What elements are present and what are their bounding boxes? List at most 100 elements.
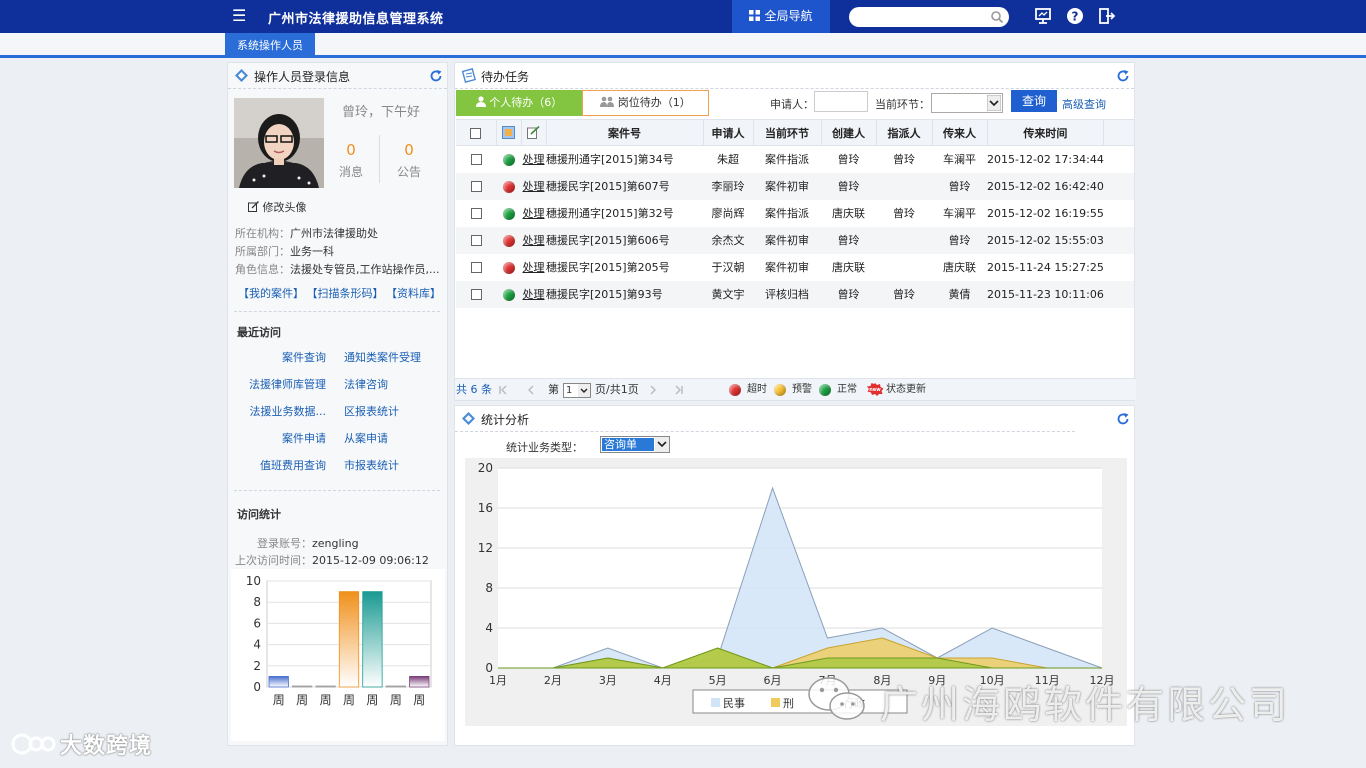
- creator-cell: 唐庆联: [832, 261, 865, 274]
- x-tick-label: 周: [343, 693, 355, 707]
- row-checkbox[interactable]: [470, 208, 482, 219]
- legend-label: 正常: [837, 384, 857, 395]
- column-header[interactable]: 指派人: [876, 119, 933, 146]
- refresh-icon[interactable]: [1116, 412, 1130, 426]
- biz-type-select[interactable]: 咨询单: [600, 436, 670, 453]
- monitor-icon[interactable]: [1034, 7, 1052, 25]
- svg-text:?: ?: [1072, 10, 1079, 24]
- status-dot-icon: [502, 207, 515, 220]
- recent-link[interactable]: 案件查询: [282, 349, 326, 365]
- total-count: 共 6 条: [456, 383, 492, 396]
- blank-cell: [1103, 172, 1134, 200]
- search-input[interactable]: [849, 7, 1009, 27]
- row-checkbox-cell: [456, 254, 496, 281]
- bar: [362, 591, 383, 688]
- time-cell: 2015-11-24 15:27:25: [987, 260, 1104, 274]
- column-header[interactable]: 传来人: [932, 119, 988, 146]
- applicant-cell: 黄文宇: [703, 280, 753, 308]
- edit-avatar-link[interactable]: 修改头像: [248, 199, 307, 215]
- recent-link[interactable]: 区报表统计: [344, 403, 399, 419]
- column-header[interactable]: 创建人: [821, 119, 877, 146]
- y-tick-label: 2: [253, 659, 261, 673]
- x-tick-label: 周: [413, 693, 425, 707]
- tab-post-todo[interactable]: 岗位待办（1）: [582, 90, 709, 116]
- refresh-icon[interactable]: [1116, 69, 1130, 83]
- row-checkbox[interactable]: [470, 289, 482, 300]
- assignee-cell: 曾玲: [893, 153, 915, 167]
- page-select[interactable]: 1: [563, 383, 591, 398]
- row-checkbox-cell: [456, 226, 496, 254]
- recent-link[interactable]: 从案申请: [344, 430, 388, 446]
- query-button[interactable]: 查询: [1011, 90, 1057, 112]
- status-dot-icon: [502, 261, 515, 274]
- process-link[interactable]: 处理: [523, 234, 545, 247]
- process-link[interactable]: 处理: [523, 180, 545, 193]
- help-icon[interactable]: ?: [1066, 7, 1084, 25]
- stage-select[interactable]: [931, 93, 1003, 113]
- row-checkbox[interactable]: [470, 262, 482, 273]
- legend-label: 民事: [723, 697, 745, 710]
- table-row[interactable]: 处理 穗援刑通字[2015]第34号 朱超 案件指派 曾玲 曾玲 车澜平 2015-12-02…: [456, 146, 1134, 173]
- last-page-icon[interactable]: [674, 385, 684, 395]
- app-title: 广州市法律援助信息管理系统: [268, 12, 444, 27]
- recent-link[interactable]: 通知类案件受理: [344, 349, 421, 365]
- search-icon[interactable]: [990, 10, 1004, 24]
- tab-personal-todo[interactable]: 个人待办（6）: [456, 90, 582, 116]
- row-checkbox[interactable]: [470, 154, 482, 166]
- my-cases-link[interactable]: 【我的案件】: [238, 287, 304, 300]
- next-page-icon[interactable]: [648, 385, 658, 395]
- x-tick-label: 周: [296, 693, 308, 707]
- page-prefix: 第: [548, 383, 559, 396]
- y-tick-label: 4: [253, 638, 261, 652]
- bar: [338, 591, 360, 688]
- row-checkbox-cell: [456, 146, 496, 173]
- process-link[interactable]: 处理: [523, 153, 545, 166]
- logout-icon[interactable]: [1098, 7, 1116, 25]
- process-link[interactable]: 处理: [523, 261, 545, 274]
- tab-post-label: 岗位待办（1）: [617, 96, 691, 109]
- refresh-icon[interactable]: [429, 69, 443, 83]
- select-all-checkbox[interactable]: [470, 127, 482, 139]
- menu-icon[interactable]: ☰: [232, 7, 248, 25]
- recent-link[interactable]: 值班费用查询: [260, 457, 326, 473]
- column-header[interactable]: 传来时间: [987, 119, 1105, 146]
- row-checkbox[interactable]: [470, 235, 482, 246]
- global-nav-button[interactable]: 全局导航: [732, 0, 830, 33]
- notices-counter[interactable]: 0 公告: [384, 141, 434, 180]
- tab-personal-label: 个人待办（6）: [489, 96, 563, 109]
- org-label: 所在机构：: [235, 227, 290, 240]
- recent-link[interactable]: 市报表统计: [344, 457, 399, 473]
- chevron-down-icon: [578, 384, 590, 397]
- recent-link[interactable]: 案件申请: [282, 430, 326, 446]
- column-header[interactable]: 当前环节: [753, 119, 822, 146]
- table-row[interactable]: 处理 穗援民字[2015]第205号 于汉朝 案件初审 唐庆联 唐庆联 2015-11-24…: [456, 254, 1134, 281]
- table-row[interactable]: 处理 穗援刑通字[2015]第32号 廖尚辉 案件指派 唐庆联 曾玲 车澜平 2015-12-…: [456, 200, 1134, 227]
- x-tick-label: 5月: [709, 674, 727, 687]
- table-row[interactable]: 处理 穗援民字[2015]第607号 李丽玲 案件初审 曾玲 曾玲 2015-12-02 1…: [456, 172, 1134, 200]
- prev-page-icon[interactable]: [526, 385, 536, 395]
- table-row[interactable]: 处理 穗援民字[2015]第606号 余杰文 案件初审 曾玲 曾玲 2015-12-02 1…: [456, 226, 1134, 254]
- table-row[interactable]: 处理 穗援民字[2015]第93号 黄文宇 评核归档 曾玲 曾玲 黄倩 2015-11-23 …: [456, 280, 1134, 308]
- x-tick-label: 4月: [654, 674, 672, 687]
- status-cell: [496, 226, 521, 254]
- first-page-icon[interactable]: [498, 385, 508, 395]
- messages-counter[interactable]: 0 消息: [326, 141, 376, 180]
- row-checkbox[interactable]: [470, 181, 482, 192]
- applicant-input[interactable]: [814, 91, 868, 112]
- divider: [379, 135, 380, 183]
- library-link[interactable]: 【资料库】: [392, 287, 442, 300]
- process-link[interactable]: 处理: [523, 207, 545, 220]
- recent-link[interactable]: 法律咨询: [344, 376, 388, 392]
- last-visit-row: 上次访问时间：2015-12-09 09:06:12: [235, 552, 429, 568]
- scan-barcode-link[interactable]: 【扫描条形码】: [312, 287, 384, 300]
- legend-swatch: [711, 698, 720, 707]
- tab-system-operator[interactable]: 系统操作人员: [225, 33, 315, 58]
- process-link[interactable]: 处理: [523, 288, 545, 301]
- column-header[interactable]: 申请人: [703, 119, 754, 146]
- column-header[interactable]: 案件号: [546, 119, 704, 146]
- page-value: 1: [566, 385, 573, 396]
- advanced-query-link[interactable]: 高级查询: [1062, 96, 1106, 112]
- recent-link[interactable]: 法援业务数据...: [250, 403, 327, 419]
- recent-link[interactable]: 法援律师库管理: [249, 376, 326, 392]
- y-tick-label: 8: [485, 581, 493, 595]
